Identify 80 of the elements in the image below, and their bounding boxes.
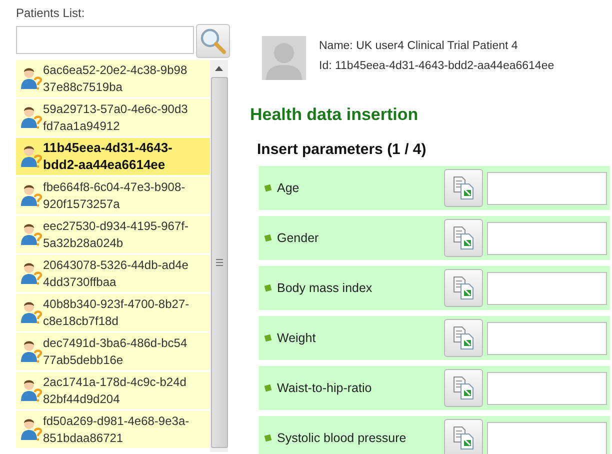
avatar-icon — [262, 36, 306, 80]
value-field[interactable] — [487, 372, 607, 404]
copy-button[interactable] — [444, 169, 483, 207]
patient-id-text: dec7491d-3ba6-486d-bc54 — [43, 335, 188, 352]
patient-id-text: 6ac6ea52-20e2-4c38-9b98 — [43, 62, 188, 78]
copy-icon — [452, 326, 474, 350]
bullet-icon — [264, 434, 272, 442]
subheading: Insert parameters (1 / 4) — [257, 141, 428, 158]
copy-button[interactable] — [444, 419, 483, 454]
copy-button[interactable] — [444, 269, 483, 307]
search-field[interactable] — [16, 26, 194, 54]
patient-id-text: 37e88c7519ba — [43, 78, 124, 95]
copy-button[interactable] — [444, 369, 483, 407]
patient-id-text: fbe664f8-6c04-47e3-b908- — [43, 179, 186, 196]
user-icon — [20, 300, 42, 324]
patient-item[interactable]: 11b45eea-4d31-4643- bdd2-aa44ea6614ee — [16, 138, 210, 175]
patient-id-text: 4dd3730ffbaa — [43, 274, 118, 290]
bullet-icon — [264, 234, 272, 242]
copy-icon — [452, 176, 474, 200]
patient-id: Id: 11b45eea-4d31-4643-bdd2-aa44ea6614ee — [319, 60, 554, 72]
parameter-label: Age — [277, 181, 300, 195]
patient-item[interactable]: 40b8b340-923f-4700-8b27- c8e18cb7f18d — [16, 294, 210, 331]
bullet-icon — [264, 334, 272, 342]
patient-id-text: bdd2-aa44ea6614ee — [43, 156, 166, 173]
patient-id-text: 920f1573257a — [43, 196, 121, 212]
patient-id-text: 82bf44d9d204 — [43, 390, 121, 407]
copy-icon — [452, 276, 474, 300]
user-icon — [20, 183, 42, 207]
patient-id-text: 20643078-5326-44db-ad4e — [43, 257, 188, 274]
patient-name: Name: UK user4 Clinical Trial Patient 4 — [319, 40, 519, 52]
list-label: Patients List: — [16, 6, 86, 22]
user-icon — [20, 417, 42, 441]
search-button[interactable] — [196, 24, 230, 58]
user-icon — [20, 339, 42, 363]
patient-id-text: fd7aa1a94912 — [43, 118, 121, 134]
value-field[interactable] — [487, 422, 607, 454]
parameter-label: Weight — [277, 331, 317, 345]
patient-item[interactable]: eec27530-d934-4195-967f- 5a32b28a024b — [16, 216, 210, 253]
scrollbar[interactable] — [210, 60, 228, 452]
user-icon — [20, 66, 42, 90]
value-field[interactable] — [487, 222, 607, 254]
copy-button[interactable] — [444, 219, 483, 257]
patient-id-text: 40b8b340-923f-4700-8b27- — [43, 296, 190, 312]
parameter-label: Body mass index — [277, 281, 374, 295]
user-icon — [20, 105, 42, 129]
patient-item[interactable]: 59a29713-57a0-4e6c-90d3 fd7aa1a94912 — [16, 99, 210, 136]
search-icon — [199, 27, 227, 55]
section-heading: Health data insertion — [250, 105, 420, 125]
user-icon — [20, 378, 42, 402]
value-field[interactable] — [487, 322, 607, 354]
parameter-label: Systolic blood pressure — [277, 431, 408, 445]
user-icon — [20, 222, 42, 246]
user-icon — [20, 144, 42, 168]
patient-id-text: 11b45eea-4d31-4643- — [43, 140, 172, 156]
patient-item[interactable]: 2ac1741a-178d-4c9c-b24d 82bf44d9d204 — [16, 372, 210, 409]
patient-id-text: 59a29713-57a0-4e6c-90d3 — [43, 101, 188, 118]
bullet-icon — [264, 284, 272, 292]
bullet-icon — [264, 184, 272, 192]
copy-button[interactable] — [444, 319, 483, 357]
value-field[interactable] — [487, 272, 607, 304]
patient-id-text: 77ab5debb16e — [43, 352, 124, 368]
copy-icon — [452, 226, 474, 250]
patient-item[interactable]: 6ac6ea52-20e2-4c38-9b98 37e88c7519ba — [16, 60, 210, 97]
bullet-icon — [264, 384, 272, 392]
value-field[interactable] — [487, 172, 607, 204]
patient-id-text: c8e18cb7f18d — [43, 312, 120, 329]
patient-item[interactable]: 20643078-5326-44db-ad4e 4dd3730ffbaa — [16, 255, 210, 292]
parameter-label: Gender — [277, 231, 320, 245]
patient-item[interactable]: dec7491d-3ba6-486d-bc54 77ab5debb16e — [16, 333, 210, 370]
copy-icon — [452, 426, 474, 450]
patient-item[interactable]: fbe664f8-6c04-47e3-b908- 920f1573257a — [16, 177, 210, 214]
patient-id-text: 5a32b28a024b — [43, 234, 124, 251]
copy-icon — [452, 376, 474, 400]
user-icon — [20, 261, 42, 285]
parameter-label: Waist-to-hip-ratio — [277, 381, 373, 395]
patient-id-text: 2ac1741a-178d-4c9c-b24d — [43, 374, 186, 390]
patient-id-text: 851bdaa86721 — [43, 430, 124, 446]
patient-id-text: fd50a269-d981-4e68-9e3a- — [43, 413, 190, 430]
patient-item[interactable]: fd50a269-d981-4e68-9e3a- 851bdaa86721 — [16, 411, 210, 448]
patient-id-text: eec27530-d934-4195-967f- — [43, 218, 188, 234]
